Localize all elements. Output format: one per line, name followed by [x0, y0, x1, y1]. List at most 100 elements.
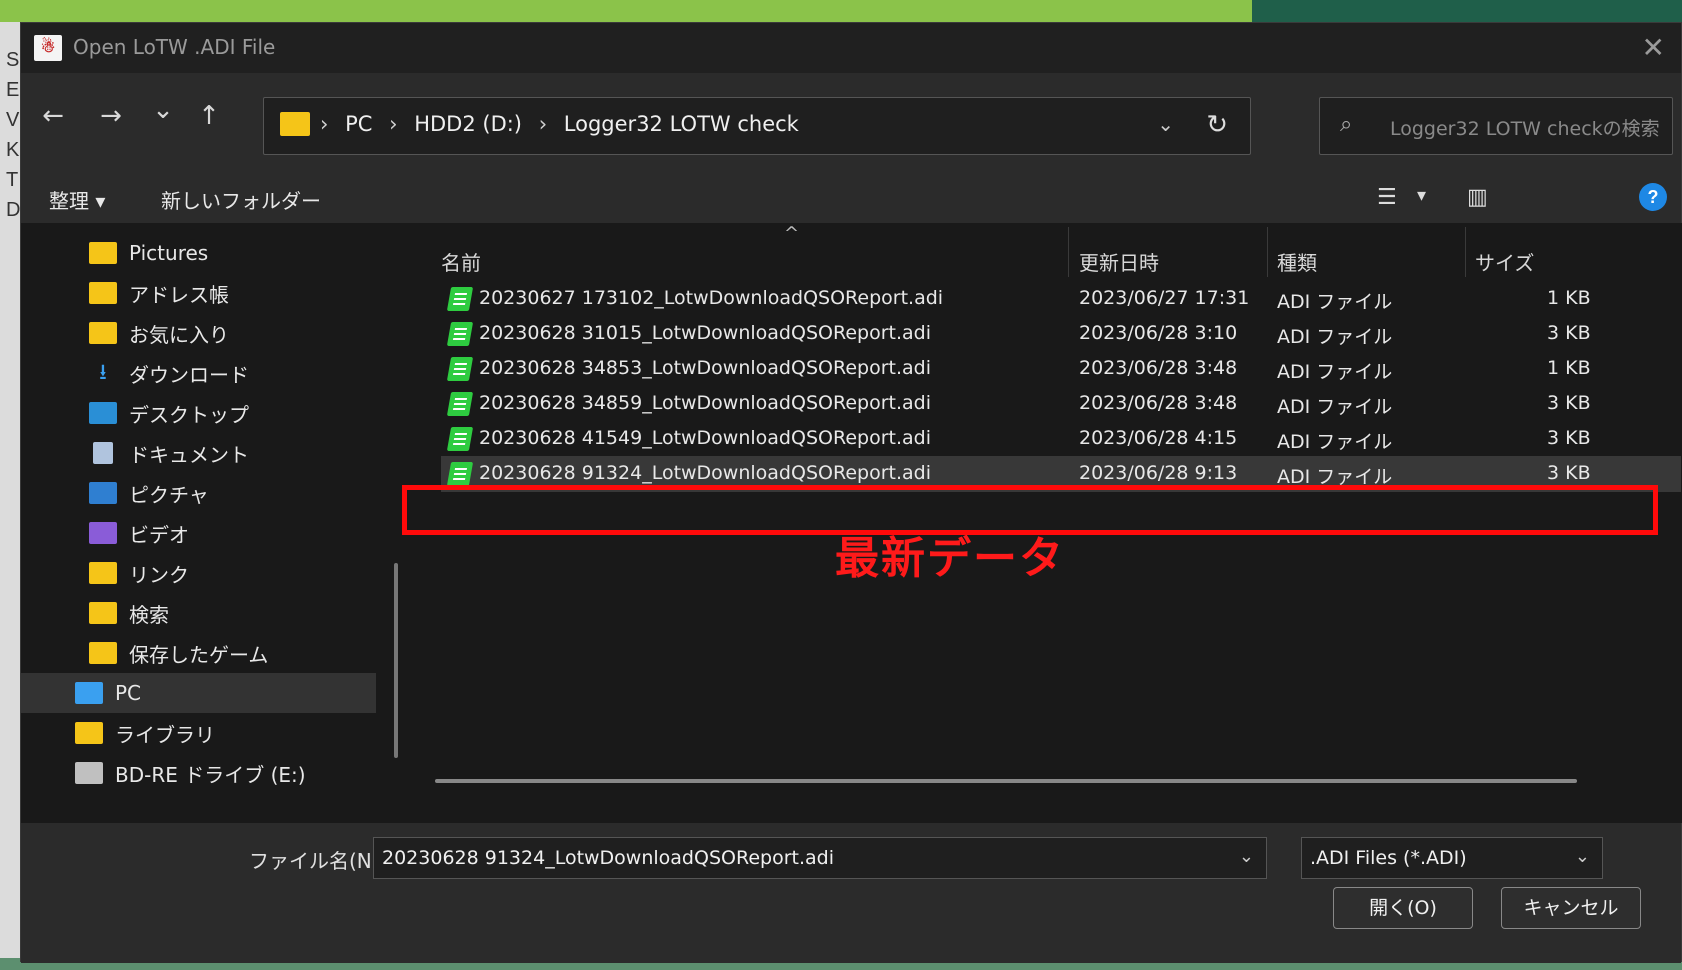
- sidebar-item-links[interactable]: リンク: [21, 553, 376, 593]
- sidebar-item-bd-drive[interactable]: BD-RE ドライブ (E:): [21, 753, 376, 793]
- file-size: 1 KB: [1547, 287, 1591, 309]
- pc-icon: [75, 682, 103, 704]
- sidebar-item-favorites[interactable]: お気に入り: [21, 313, 376, 353]
- title-bar: ☃ Open LoTW .ADI File ✕: [21, 23, 1681, 73]
- refresh-icon[interactable]: ↻: [1206, 110, 1228, 140]
- open-button[interactable]: 開く(O): [1333, 887, 1473, 929]
- breadcrumb-logger32[interactable]: Logger32 LOTW check: [564, 112, 799, 136]
- view-list-icon[interactable]: ☰: [1377, 185, 1397, 210]
- column-header-type[interactable]: 種類: [1277, 247, 1317, 276]
- navigation-pane: Pictures アドレス帳 お気に入り ⭳ ダウンロード デスクトップ ドキュ…: [21, 223, 411, 823]
- annotation-latest-data: 最新データ: [835, 533, 1065, 584]
- file-size: 1 KB: [1547, 357, 1591, 379]
- recent-locations-icon[interactable]: ⌄: [145, 95, 181, 125]
- dialog-title: Open LoTW .ADI File: [73, 35, 276, 59]
- sidebar-item-address-book[interactable]: アドレス帳: [21, 273, 376, 313]
- sidebar-item-label: Pictures: [129, 241, 209, 265]
- help-icon[interactable]: ?: [1639, 183, 1667, 211]
- file-size: 3 KB: [1547, 462, 1591, 484]
- sidebar-item-label: アドレス帳: [129, 282, 229, 307]
- folder-icon: [89, 322, 117, 344]
- column-divider[interactable]: [1465, 227, 1466, 277]
- view-dropdown-icon[interactable]: ▾: [1417, 185, 1426, 206]
- sidebar-item-label: リンク: [129, 562, 189, 587]
- up-icon[interactable]: ↑: [191, 101, 227, 131]
- sidebar-item-saved-games[interactable]: 保存したゲーム: [21, 633, 376, 673]
- file-date: 2023/06/28 4:15: [1079, 427, 1238, 449]
- file-name-bar: ファイル名(N): 20230628 91324_LotwDownloadQSO…: [21, 823, 1681, 963]
- command-toolbar: 整理 ▾ 新しいフォルダー ☰ ▾ ▥ ?: [21, 171, 1681, 223]
- folder-icon: [89, 242, 117, 264]
- adi-file-icon: [446, 287, 474, 311]
- file-type: ADI ファイル: [1277, 326, 1393, 348]
- column-divider[interactable]: [1267, 227, 1268, 277]
- organize-button[interactable]: 整理 ▾: [49, 185, 105, 214]
- column-header-date[interactable]: 更新日時: [1079, 247, 1159, 276]
- file-name: 20230628 34853_LotwDownloadQSOReport.adi: [479, 357, 931, 379]
- folder-icon: [89, 562, 117, 584]
- file-name: 20230628 91324_LotwDownloadQSOReport.adi: [479, 462, 931, 484]
- breadcrumb-pc[interactable]: PC: [345, 112, 372, 136]
- file-type: ADI ファイル: [1277, 291, 1393, 313]
- file-name-field[interactable]: 20230628 91324_LotwDownloadQSOReport.adi…: [373, 837, 1267, 879]
- breadcrumb-separator[interactable]: ›: [389, 112, 397, 136]
- chevron-down-icon[interactable]: ⌄: [1157, 112, 1174, 136]
- file-date: 2023/06/28 3:10: [1079, 322, 1238, 344]
- cancel-button[interactable]: キャンセル: [1501, 887, 1641, 929]
- sidebar-item-downloads[interactable]: ⭳ ダウンロード: [21, 353, 376, 393]
- breadcrumb: › PC › HDD2 (D:) › Logger32 LOTW check: [320, 112, 799, 136]
- folder-icon: [89, 282, 117, 304]
- address-bar[interactable]: › PC › HDD2 (D:) › Logger32 LOTW check ⌄…: [263, 97, 1251, 155]
- sidebar-item-videos[interactable]: ビデオ: [21, 513, 376, 553]
- video-icon: [89, 522, 117, 544]
- file-name: 20230628 34859_LotwDownloadQSOReport.adi: [479, 392, 931, 414]
- adi-file-icon: [446, 427, 474, 451]
- column-divider[interactable]: [1068, 227, 1069, 277]
- close-icon[interactable]: ✕: [1642, 31, 1665, 64]
- column-header-size[interactable]: サイズ: [1475, 247, 1534, 276]
- file-row[interactable]: 20230628 31015_LotwDownloadQSOReport.adi…: [441, 316, 1681, 352]
- sidebar-item-label: ライブラリ: [115, 722, 215, 747]
- new-folder-button[interactable]: 新しいフォルダー: [161, 185, 321, 214]
- file-row[interactable]: 20230627 173102_LotwDownloadQSOReport.ad…: [441, 281, 1681, 317]
- file-size: 3 KB: [1547, 427, 1591, 449]
- breadcrumb-separator[interactable]: ›: [539, 112, 547, 136]
- file-type-filter-value: .ADI Files (*.ADI): [1310, 847, 1467, 869]
- sidebar-scrollbar[interactable]: [394, 563, 398, 758]
- forward-icon[interactable]: →: [93, 101, 129, 131]
- search-icon: ⌕: [1340, 112, 1353, 137]
- sidebar-item-pictures-jp[interactable]: ピクチャ: [21, 473, 376, 513]
- file-size: 3 KB: [1547, 322, 1591, 344]
- pictures-icon: [89, 482, 117, 504]
- horizontal-scrollbar[interactable]: [435, 779, 1577, 783]
- sidebar-item-search[interactable]: 検索: [21, 593, 376, 633]
- file-row[interactable]: 20230628 34853_LotwDownloadQSOReport.adi…: [441, 351, 1681, 387]
- folder-icon: [75, 722, 103, 744]
- sidebar-item-label: ドキュメント: [129, 442, 249, 467]
- file-row[interactable]: 20230628 41549_LotwDownloadQSOReport.adi…: [441, 421, 1681, 457]
- sidebar-item-desktop[interactable]: デスクトップ: [21, 393, 376, 433]
- preview-pane-icon[interactable]: ▥: [1467, 185, 1488, 210]
- breadcrumb-hdd2[interactable]: HDD2 (D:): [414, 112, 522, 136]
- file-type-filter[interactable]: .ADI Files (*.ADI) ⌄: [1301, 837, 1603, 879]
- file-size: 3 KB: [1547, 392, 1591, 414]
- file-type: ADI ファイル: [1277, 431, 1393, 453]
- file-date: 2023/06/28 3:48: [1079, 357, 1238, 379]
- column-header-name[interactable]: 名前: [441, 247, 481, 276]
- sidebar-item-label: PC: [115, 681, 142, 705]
- sidebar-item-label: ピクチャ: [129, 482, 209, 507]
- background-right-panel: [1252, 0, 1682, 22]
- chevron-down-icon[interactable]: ⌄: [1239, 846, 1254, 867]
- sidebar-item-documents[interactable]: ドキュメント: [21, 433, 376, 473]
- sidebar-item-pictures[interactable]: Pictures: [21, 233, 376, 273]
- sidebar-item-label: お気に入り: [129, 322, 229, 347]
- search-input[interactable]: ⌕ Logger32 LOTW checkの検索: [1319, 97, 1673, 155]
- file-row[interactable]: 20230628 34859_LotwDownloadQSOReport.adi…: [441, 386, 1681, 422]
- sidebar-item-libraries[interactable]: ライブラリ: [21, 713, 376, 753]
- sidebar-item-pc[interactable]: PC: [21, 673, 376, 713]
- sort-ascending-icon: ^: [784, 223, 800, 244]
- chevron-down-icon[interactable]: ⌄: [1575, 846, 1590, 867]
- adi-file-icon: [446, 322, 474, 346]
- back-icon[interactable]: ←: [35, 101, 71, 131]
- sidebar-item-label: BD-RE ドライブ (E:): [115, 762, 306, 787]
